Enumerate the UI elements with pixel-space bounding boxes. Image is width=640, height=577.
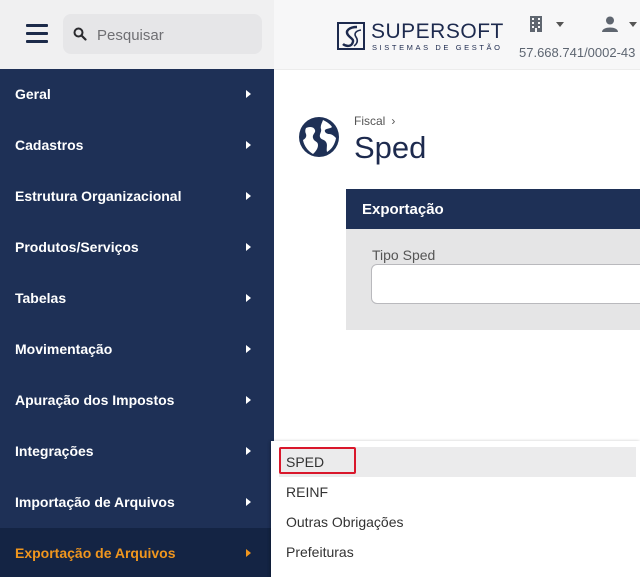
submenu-item-label: Outras Obrigações (286, 514, 404, 530)
breadcrumb: Fiscal › (354, 114, 395, 128)
search-icon (73, 27, 87, 41)
chevron-right-icon (246, 447, 251, 455)
chevron-right-icon (246, 141, 251, 149)
chevron-right-icon (246, 243, 251, 251)
breadcrumb-item-fiscal[interactable]: Fiscal (354, 114, 385, 128)
sidebar-item-integracoes[interactable]: Integrações (0, 426, 274, 477)
panel-header: Exportação (346, 189, 640, 229)
submenu-item-reinf[interactable]: REINF (271, 477, 640, 507)
chevron-right-icon (246, 498, 251, 506)
submenu-item-label: SPED (286, 454, 325, 470)
building-caret-icon[interactable] (556, 22, 564, 27)
chevron-right-icon (246, 396, 251, 404)
sidebar-item-cadastros[interactable]: Cadastros (0, 120, 274, 171)
submenu-item-sped[interactable]: SPED (279, 447, 636, 477)
sidebar-item-label: Estrutura Organizacional (15, 188, 182, 204)
brand-logo[interactable]: SUPERSOFT SISTEMAS DE GESTÃO (337, 18, 507, 54)
supersoft-logo-icon (337, 22, 365, 50)
submenu-item-outras-obrigacoes[interactable]: Outras Obrigações (271, 507, 640, 537)
sidebar-item-apuracao-dos-impostos[interactable]: Apuração dos Impostos (0, 375, 274, 426)
search-box[interactable] (63, 14, 262, 54)
tipo-sped-select[interactable] (371, 264, 640, 304)
sidebar-item-label: Geral (15, 86, 51, 102)
search-input[interactable] (95, 24, 259, 46)
chevron-right-icon (246, 549, 251, 557)
submenu-item-label: REINF (286, 484, 328, 500)
sidebar-item-label: Cadastros (15, 137, 84, 153)
sidebar-item-label: Integrações (15, 443, 94, 459)
breadcrumb-separator: › (391, 114, 396, 128)
page-title: Sped (354, 130, 427, 165)
sidebar-item-label: Tabelas (15, 290, 67, 306)
user-caret-icon[interactable] (629, 22, 637, 27)
sidebar-item-label: Importação de Arquivos (15, 494, 175, 510)
sidebar-item-tabelas[interactable]: Tabelas (0, 273, 274, 324)
sidebar-item-label: Exportação de Arquivos (15, 545, 176, 561)
sidebar-item-estrutura-organizacional[interactable]: Estrutura Organizacional (0, 171, 274, 222)
submenu-item-prefeituras[interactable]: Prefeituras (271, 537, 640, 567)
user-icon[interactable] (602, 16, 618, 32)
sidebar-item-label: Movimentação (15, 341, 113, 357)
sidebar-item-movimentacao[interactable]: Movimentação (0, 324, 274, 375)
chevron-right-icon (246, 294, 251, 302)
chevron-right-icon (246, 345, 251, 353)
sidebar-item-exportacao-de-arquivos[interactable]: Exportação de Arquivos (0, 528, 274, 577)
chevron-right-icon (246, 192, 251, 200)
menu-icon[interactable] (26, 24, 48, 44)
sidebar-item-produtos-servicos[interactable]: Produtos/Serviços (0, 222, 274, 273)
globe-icon (299, 117, 339, 157)
company-cnpj: 57.668.741/0002-43 (519, 45, 636, 60)
brand-tagline: SISTEMAS DE GESTÃO (372, 43, 503, 52)
sidebar-item-label: Apuração dos Impostos (15, 392, 175, 408)
brand-name: SUPERSOFT (371, 20, 504, 43)
sidebar-item-label: Produtos/Serviços (15, 239, 139, 255)
building-icon[interactable] (529, 16, 543, 32)
panel-title: Exportação (362, 201, 444, 218)
submenu-item-label: Prefeituras (286, 544, 354, 560)
exportacao-submenu: SPED REINF Outras Obrigações Prefeituras (271, 441, 640, 577)
sidebar: Geral Cadastros Estrutura Organizacional… (0, 69, 274, 577)
sidebar-item-geral[interactable]: Geral (0, 69, 274, 120)
sidebar-item-importacao-de-arquivos[interactable]: Importação de Arquivos (0, 477, 274, 528)
chevron-right-icon (246, 90, 251, 98)
tipo-sped-label: Tipo Sped (372, 247, 436, 263)
